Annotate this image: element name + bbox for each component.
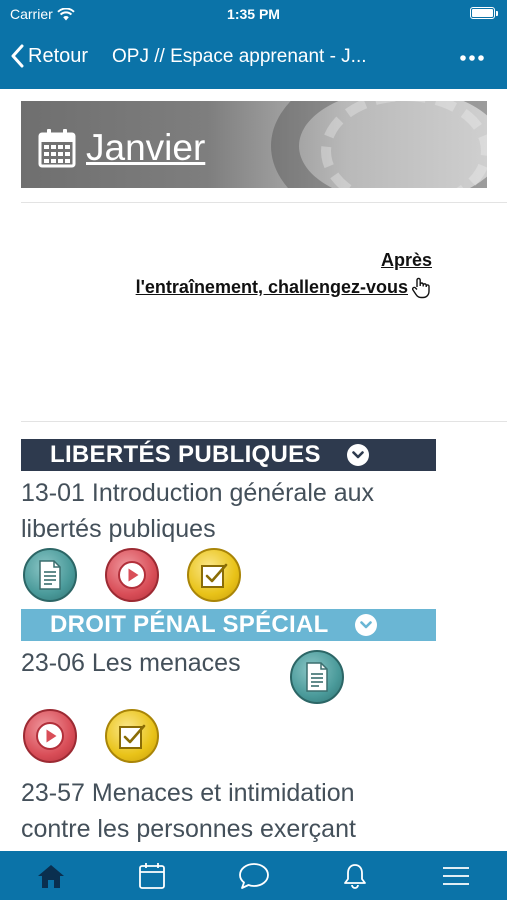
quiz-button[interactable] (105, 709, 159, 763)
section-title: DROIT PÉNAL SPÉCIAL (50, 611, 329, 638)
pointing-hand-icon (411, 277, 430, 298)
course-item[interactable]: 23-57 Menaces et intimidation contre les… (21, 775, 356, 847)
course-title-line-2: libertés publiques (21, 515, 216, 543)
more-icon (460, 55, 484, 61)
course-title-line-1: 23-06 Les menaces (21, 649, 241, 677)
document-icon (306, 662, 328, 692)
checkbox-icon (201, 563, 228, 588)
chevron-down-icon[interactable] (346, 444, 369, 466)
back-label: Retour (28, 44, 89, 67)
battery-icon (470, 7, 495, 19)
document-button[interactable] (290, 650, 344, 704)
navigation-bar: Retour OPJ // Espace apprenant - J... (0, 28, 507, 89)
document-button[interactable] (23, 548, 77, 602)
tab-bar (0, 851, 507, 900)
home-icon (37, 864, 64, 888)
quiz-button[interactable] (187, 548, 241, 602)
nav-title: OPJ // Espace apprenant - J... (112, 46, 367, 67)
chevron-down-icon[interactable] (354, 614, 377, 636)
section-header-droit-penal-special[interactable]: DROIT PÉNAL SPÉCIAL (21, 609, 436, 641)
tab-calendar[interactable] (101, 851, 202, 900)
video-button[interactable] (105, 548, 159, 602)
challenge-link[interactable]: Après l'entraînement, challengez-vous (56, 247, 432, 301)
document-icon (39, 560, 61, 590)
challenge-line-2: l'entraînement, challengez-vous (135, 277, 408, 297)
battery-tip (496, 11, 498, 16)
content-area[interactable]: Janvier Après l'entraînement, challengez… (0, 89, 507, 851)
back-button[interactable]: Retour (10, 44, 88, 68)
status-time: 1:35 PM (227, 6, 280, 22)
calendar-icon (139, 862, 166, 889)
video-button[interactable] (23, 709, 77, 763)
tab-chat[interactable] (203, 851, 304, 900)
section-title: LIBERTÉS PUBLIQUES (50, 441, 321, 468)
play-icon (36, 722, 64, 750)
course-item[interactable]: 13-01 Introduction générale aux libertés… (21, 475, 374, 547)
challenge-line-1: Après (380, 250, 432, 270)
course-title-line-2: contre les personnes exerçant (21, 815, 356, 843)
chat-icon (238, 862, 269, 889)
course-item[interactable]: 23-06 Les menaces (21, 645, 241, 681)
month-title[interactable]: Janvier (38, 127, 205, 169)
divider (21, 202, 507, 203)
tab-menu[interactable] (406, 851, 507, 900)
bell-icon (344, 863, 366, 889)
play-icon (118, 561, 146, 589)
checkbox-icon (119, 724, 146, 749)
section-header-libertes-publiques[interactable]: LIBERTÉS PUBLIQUES (21, 439, 436, 471)
month-label: Janvier (86, 127, 206, 168)
course-title-line-1: 23-57 Menaces et intimidation (21, 779, 355, 807)
more-options-button[interactable] (459, 42, 485, 68)
calendar-icon (38, 129, 76, 168)
tab-notifications[interactable] (304, 851, 405, 900)
chevron-left-icon (11, 44, 24, 68)
status-bar: Carrier 1:35 PM (0, 0, 507, 28)
divider (21, 421, 507, 422)
tire-tread-decoration (321, 101, 487, 188)
menu-icon (443, 866, 470, 885)
month-banner[interactable]: Janvier (21, 101, 487, 188)
tab-home[interactable] (0, 851, 101, 900)
course-title-line-1: 13-01 Introduction générale aux (21, 479, 375, 507)
